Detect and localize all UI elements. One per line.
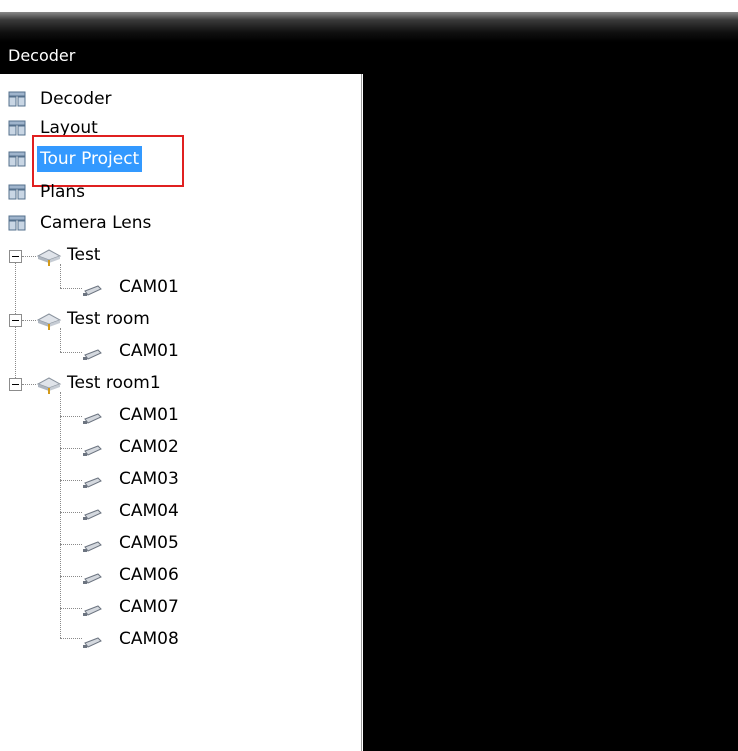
device-node-icon bbox=[36, 377, 62, 394]
tree-connector bbox=[60, 512, 82, 513]
collapse-toggle[interactable] bbox=[9, 378, 22, 391]
tree-camera-cam01[interactable]: CAM01 bbox=[82, 338, 282, 366]
tree-camera-label: CAM03 bbox=[119, 469, 179, 489]
tree-camera-label: CAM01 bbox=[119, 277, 179, 297]
tree-camera-label: CAM02 bbox=[119, 437, 179, 457]
tree-connector bbox=[60, 288, 82, 289]
tree-camera-label: CAM06 bbox=[119, 565, 179, 585]
tree-item-plans[interactable]: Plans bbox=[8, 179, 208, 207]
tree-item-decoder[interactable]: Decoder bbox=[8, 86, 208, 114]
tree-connector bbox=[60, 638, 82, 639]
collapse-toggle[interactable] bbox=[9, 314, 22, 327]
tree-group-test[interactable]: Test bbox=[36, 242, 236, 270]
tree-camera-cam04[interactable]: CAM04 bbox=[82, 498, 282, 526]
tree-camera-cam01[interactable]: CAM01 bbox=[82, 402, 282, 430]
camera-icon bbox=[83, 509, 102, 520]
tree-camera-cam06[interactable]: CAM06 bbox=[82, 562, 282, 590]
tree-group-label: Test room bbox=[67, 309, 150, 329]
tree-connector bbox=[60, 416, 82, 417]
decoder-group-icon bbox=[8, 215, 26, 231]
tree-camera-cam02[interactable]: CAM02 bbox=[82, 434, 282, 462]
tree-group-label: Test bbox=[67, 245, 101, 265]
camera-icon bbox=[83, 445, 102, 456]
tree-camera-cam01[interactable]: CAM01 bbox=[82, 274, 282, 302]
camera-icon bbox=[83, 349, 102, 360]
tree-camera-label: CAM05 bbox=[119, 533, 179, 553]
tree-camera-cam03[interactable]: CAM03 bbox=[82, 466, 282, 494]
camera-icon bbox=[83, 285, 102, 296]
tree-pane[interactable]: Decoder Layout Tour Project Plans Camera… bbox=[0, 74, 362, 751]
camera-icon bbox=[83, 477, 102, 488]
top-strip bbox=[0, 0, 738, 12]
tree-connector bbox=[60, 576, 82, 577]
tree-camera-cam07[interactable]: CAM07 bbox=[82, 594, 282, 622]
decoder-group-icon bbox=[8, 91, 26, 107]
tree-group-test-room1[interactable]: Test room1 bbox=[36, 370, 236, 398]
tree-connector bbox=[22, 320, 36, 321]
tree-camera-label: CAM08 bbox=[119, 629, 179, 649]
tree-camera-cam08[interactable]: CAM08 bbox=[82, 626, 282, 654]
tree-group-label: Test room1 bbox=[67, 373, 161, 393]
tree-camera-label: CAM01 bbox=[119, 405, 179, 425]
decoder-group-icon bbox=[8, 184, 26, 200]
tree-connector bbox=[60, 392, 61, 638]
collapse-toggle[interactable] bbox=[9, 250, 22, 263]
tree-camera-label: CAM01 bbox=[119, 341, 179, 361]
camera-icon bbox=[83, 637, 102, 648]
tree-item-label: Decoder bbox=[40, 89, 112, 109]
tree-connector bbox=[60, 544, 82, 545]
tree-item-label: Plans bbox=[40, 182, 86, 202]
device-node-icon bbox=[36, 249, 62, 266]
tree-connector bbox=[60, 448, 82, 449]
video-display-pane[interactable] bbox=[363, 74, 738, 751]
tree-connector bbox=[22, 256, 36, 257]
window-title: Decoder bbox=[8, 46, 76, 65]
camera-icon bbox=[83, 541, 102, 552]
tree-item-label: Camera Lens bbox=[40, 213, 152, 233]
camera-icon bbox=[83, 573, 102, 584]
tree-connector bbox=[60, 352, 82, 353]
tree-connector bbox=[60, 480, 82, 481]
decoder-group-icon bbox=[8, 120, 26, 136]
tree-camera-label: CAM07 bbox=[119, 597, 179, 617]
decoder-group-icon bbox=[8, 151, 26, 167]
tree-item-camera-lens[interactable]: Camera Lens bbox=[8, 210, 208, 238]
tree-group-test-room[interactable]: Test room bbox=[36, 306, 236, 334]
tree-camera-label: CAM04 bbox=[119, 501, 179, 521]
tree-camera-cam05[interactable]: CAM05 bbox=[82, 530, 282, 558]
camera-icon bbox=[83, 605, 102, 616]
tree-connector bbox=[22, 384, 36, 385]
camera-icon bbox=[83, 413, 102, 424]
title-bar: Decoder bbox=[0, 12, 738, 74]
tree-connector bbox=[60, 608, 82, 609]
device-node-icon bbox=[36, 313, 62, 330]
